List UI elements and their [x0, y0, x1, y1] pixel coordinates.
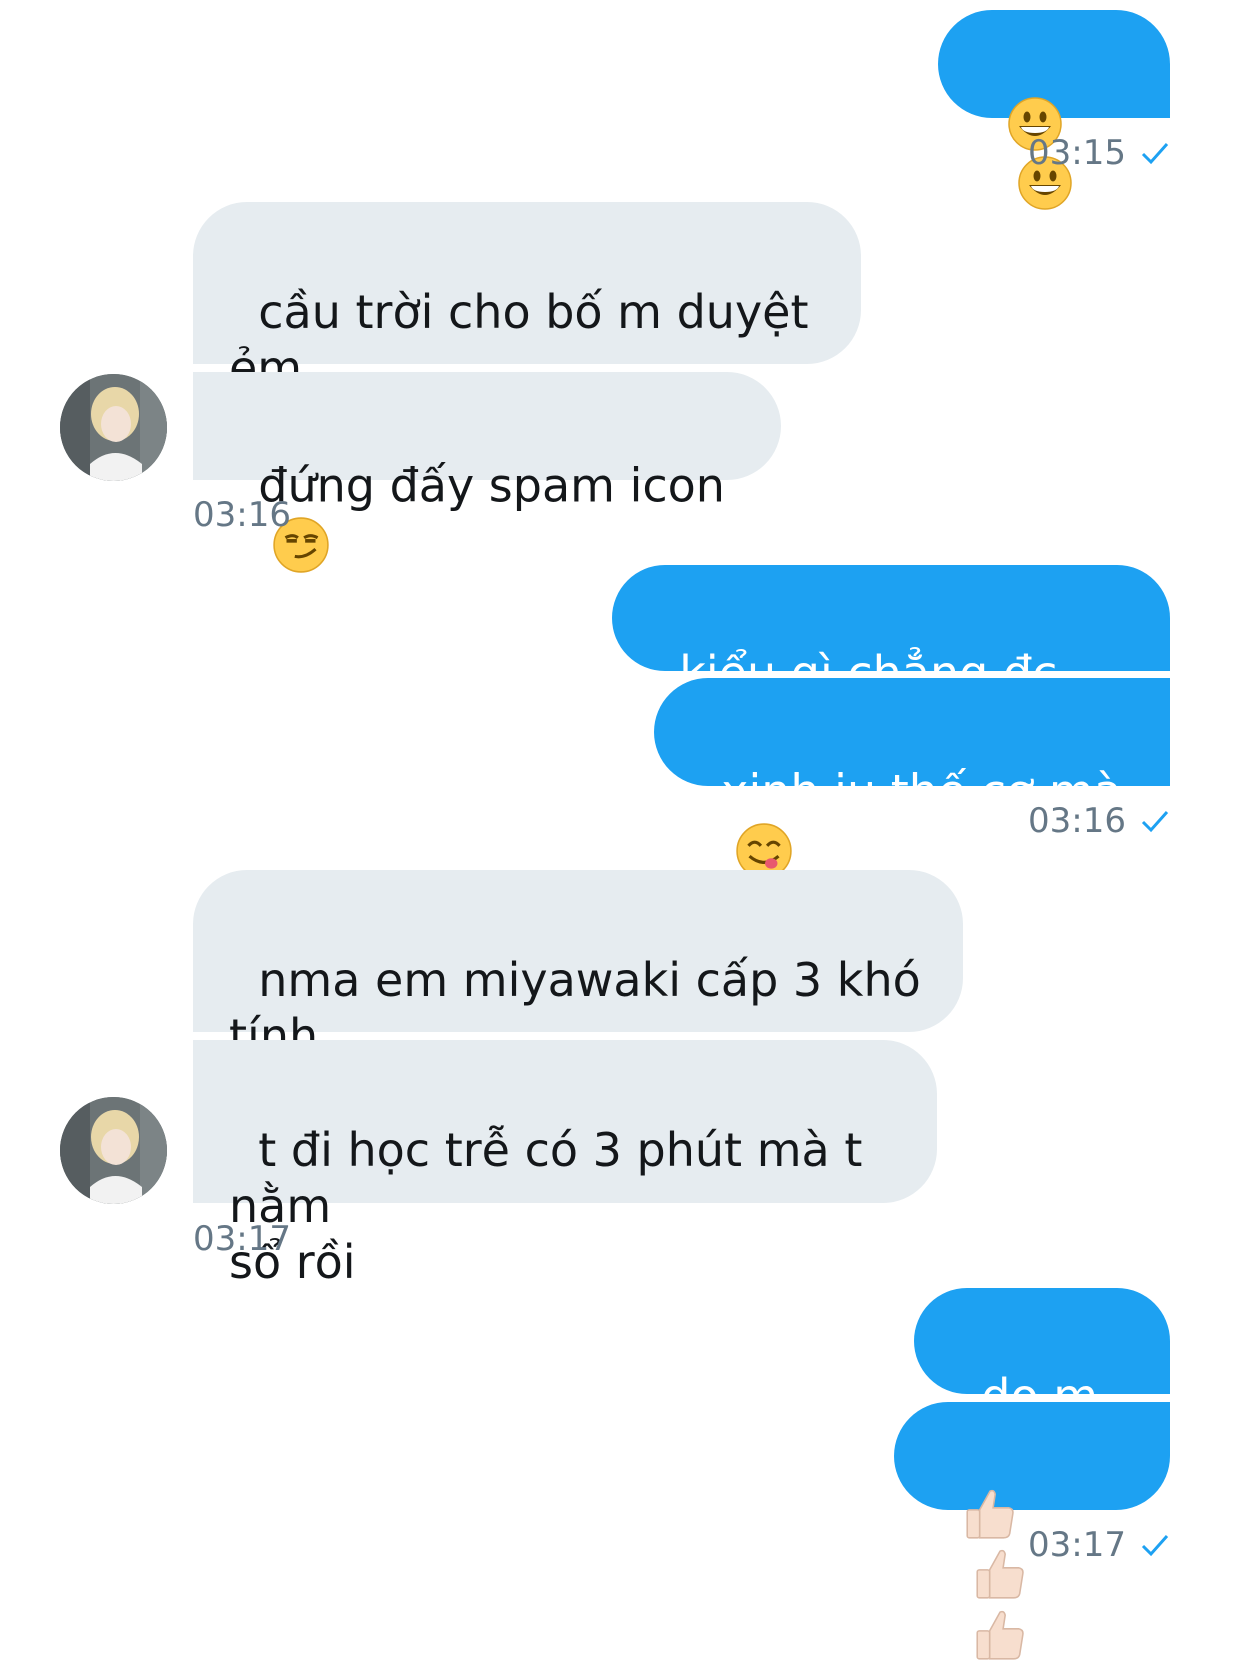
- outgoing-message-bubble[interactable]: [894, 1402, 1170, 1660]
- check-icon: [1141, 143, 1169, 165]
- incoming-message-bubble[interactable]: t đi học trễ có 3 phút mà t nằm sổ rồi: [193, 1040, 937, 1289]
- contact-avatar-photo: [60, 374, 167, 481]
- message-text: t đi học trễ có 3 phút mà t nằm sổ rồi: [229, 1123, 863, 1289]
- outgoing-message-bubble[interactable]: do m xui: [914, 1288, 1170, 1479]
- outgoing-message-bubble[interactable]: ?: [938, 10, 1170, 270]
- incoming-message-bubble[interactable]: đứng đấy spam icon: [193, 372, 781, 573]
- thumbs-up-emoji: [976, 1610, 1024, 1660]
- timestamp-text: 03:15: [1028, 133, 1126, 173]
- message-timestamp: 03:17: [1028, 1525, 1170, 1565]
- contact-avatar[interactable]: [60, 374, 167, 481]
- check-icon: [1141, 1535, 1169, 1557]
- incoming-message-bubble[interactable]: nma em miyawaki cấp 3 khó tính thấy bà: [193, 870, 963, 1119]
- message-timestamp: 03:17: [193, 1219, 291, 1259]
- message-timestamp: 03:16: [1028, 801, 1170, 841]
- contact-avatar[interactable]: [60, 1097, 167, 1204]
- outgoing-message-bubble[interactable]: kiểu gì chẳng đc duyệt: [612, 565, 1170, 756]
- check-icon: [1141, 811, 1169, 833]
- message-text: đứng đấy spam icon: [258, 458, 725, 513]
- message-text: ?: [1011, 215, 1036, 270]
- contact-avatar-photo: [60, 1097, 167, 1204]
- incoming-message-bubble[interactable]: cầu trời cho bố m duyệt ẻm vô đê: [193, 202, 861, 451]
- thumbs-up-emoji: [966, 1489, 1014, 1539]
- timestamp-text: 03:17: [193, 1219, 291, 1259]
- timestamp-text: 03:16: [193, 495, 291, 535]
- message-timestamp: 03:15: [1028, 133, 1170, 173]
- timestamp-text: 03:16: [1028, 801, 1126, 841]
- message-timestamp: 03:16: [193, 495, 291, 535]
- thumbs-up-emoji: [976, 1549, 1024, 1599]
- timestamp-text: 03:17: [1028, 1525, 1126, 1565]
- outgoing-message-bubble[interactable]: xinh iu thế cơ mà: [654, 678, 1170, 879]
